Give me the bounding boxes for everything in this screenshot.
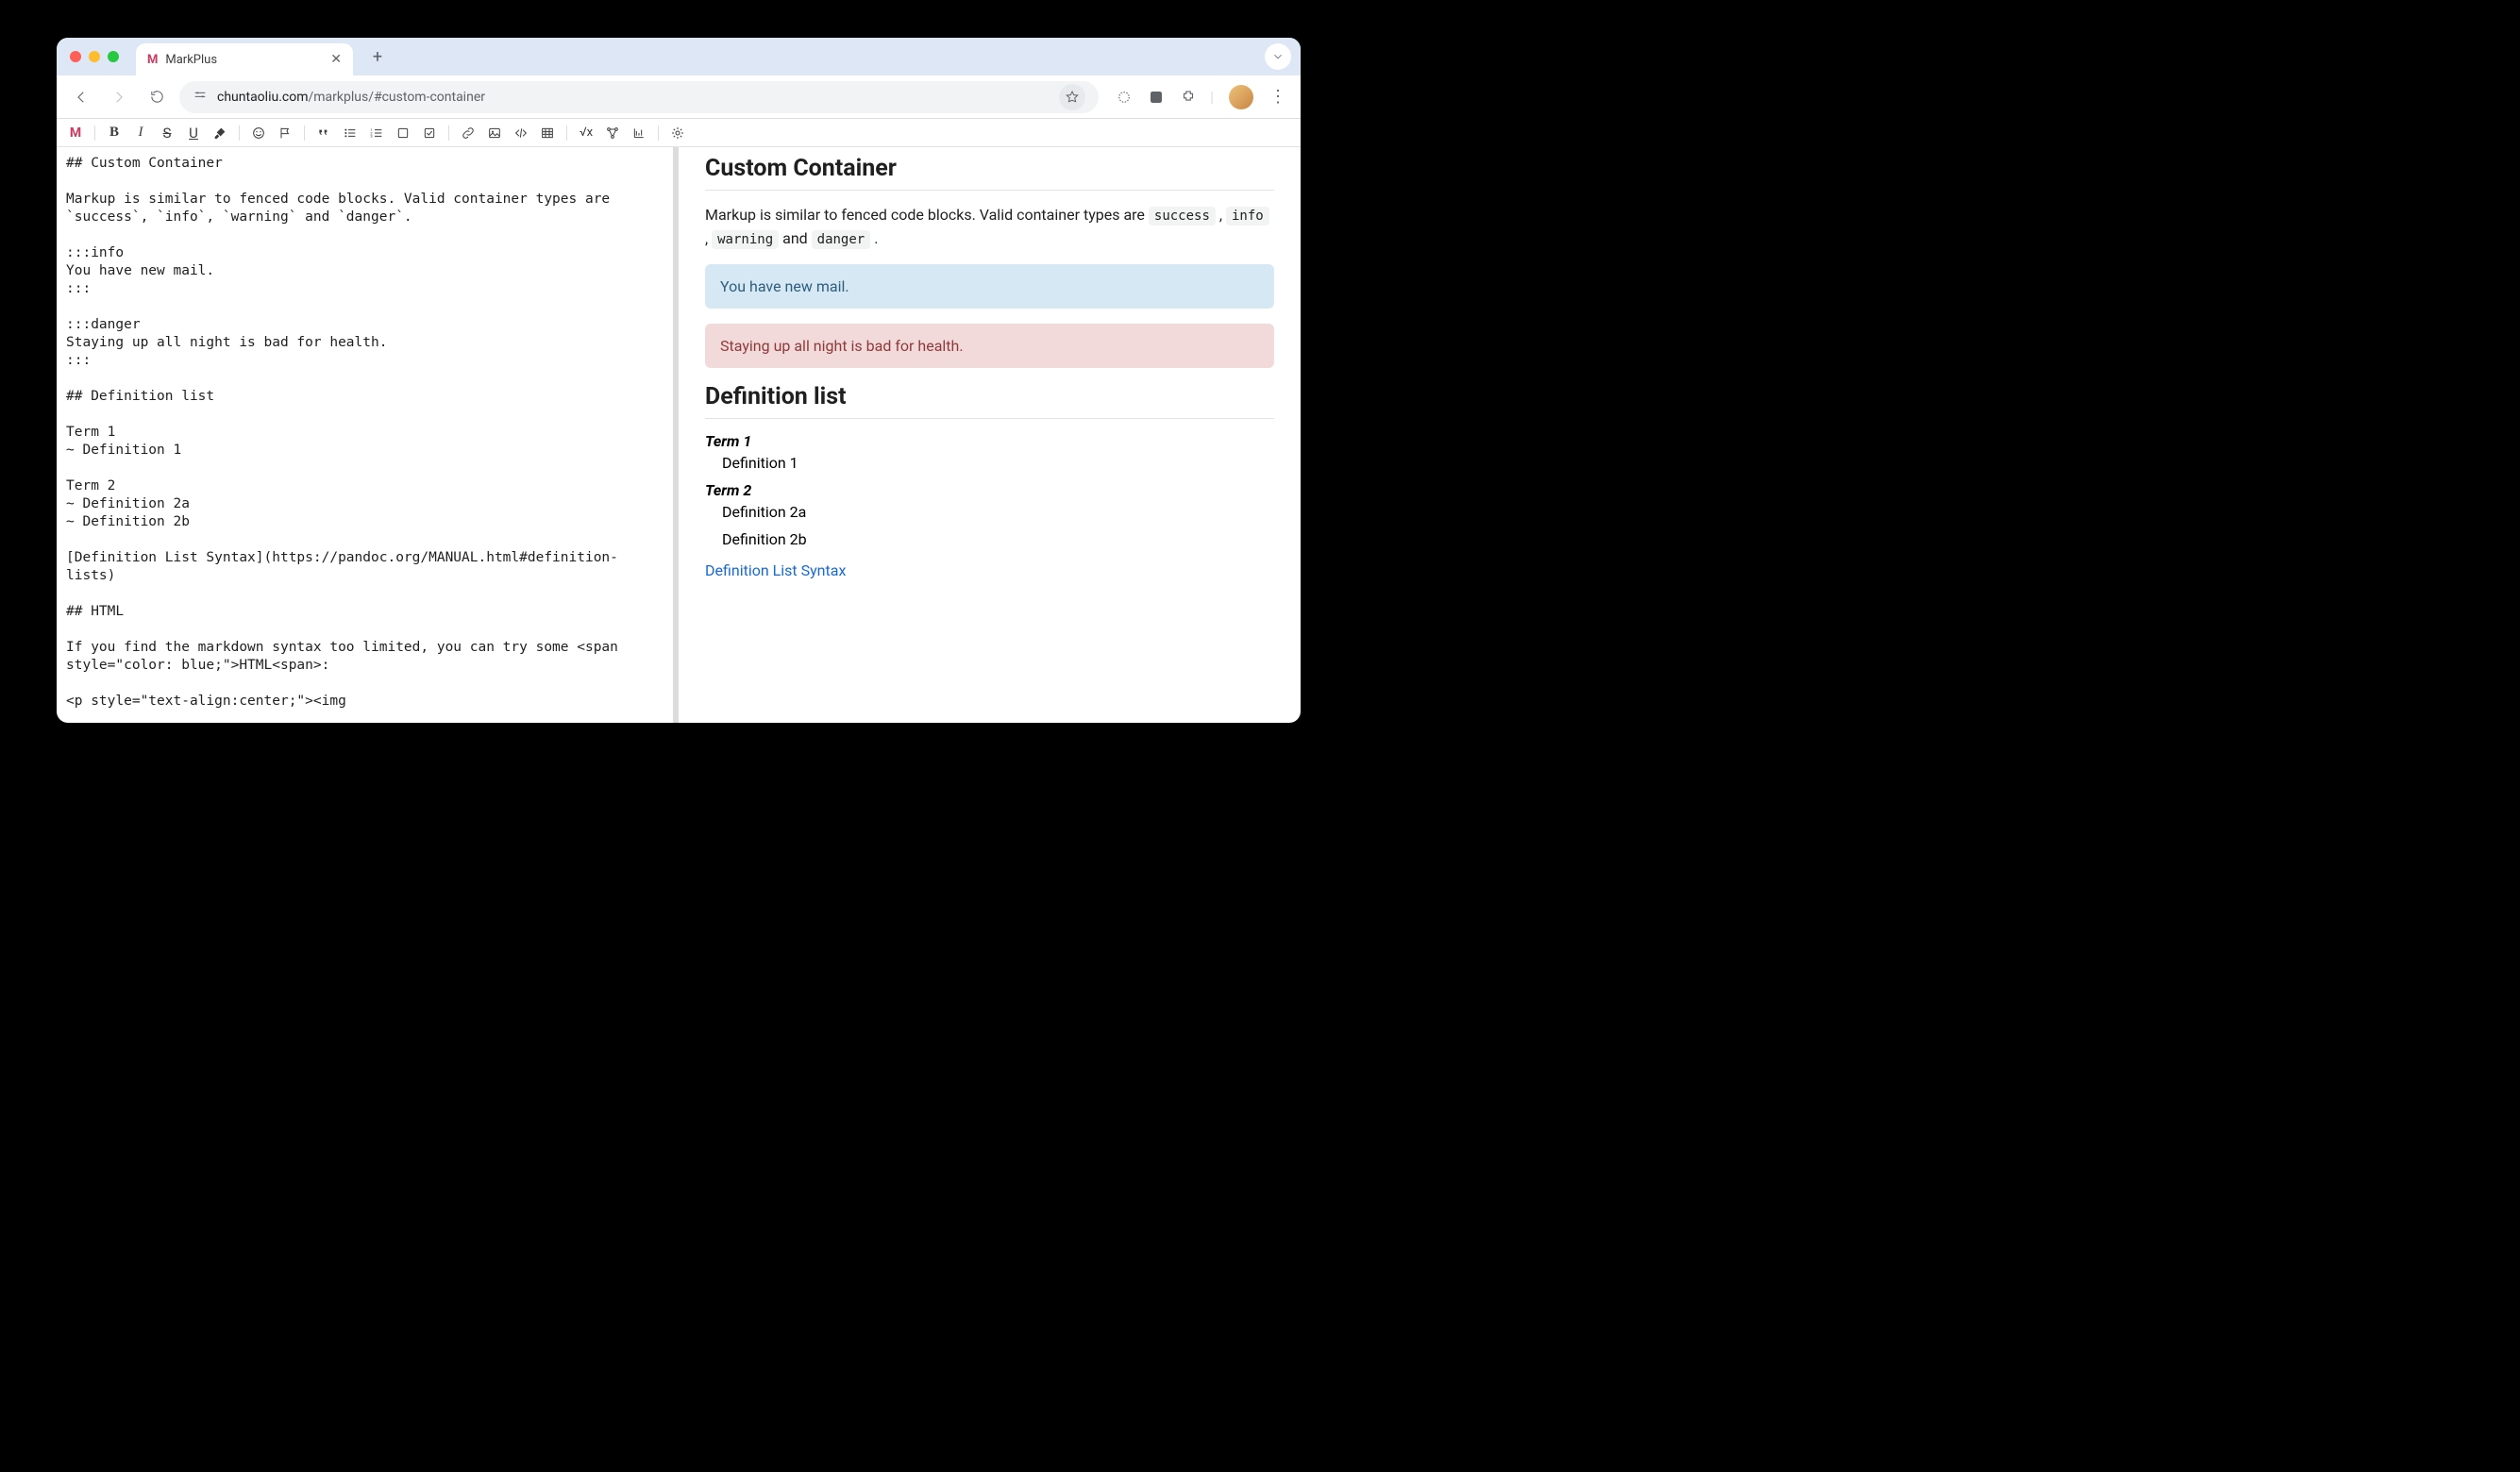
reload-button[interactable] [142, 82, 172, 112]
definition-term: Term 2 [705, 481, 1274, 499]
math-button[interactable]: √x [575, 122, 597, 144]
unordered-list-button[interactable] [339, 122, 361, 144]
underline-button[interactable]: U [182, 122, 205, 144]
preview-heading: Definition list [705, 383, 1274, 419]
definition-syntax-link[interactable]: Definition List Syntax [705, 561, 846, 579]
emoji-button[interactable] [247, 122, 270, 144]
favicon-icon: M [147, 53, 158, 67]
info-callout: You have new mail. [705, 264, 1274, 309]
inline-code: info [1226, 207, 1269, 226]
close-tab-button[interactable]: ✕ [330, 52, 342, 67]
tab-strip: M MarkPlus ✕ + [57, 38, 1301, 75]
new-tab-button[interactable]: + [364, 43, 391, 70]
table-button[interactable] [536, 122, 559, 144]
url-bar[interactable]: chuntaoliu.com/markplus/#custom-containe… [179, 81, 1099, 113]
inline-code: danger [812, 230, 871, 249]
image-button[interactable] [483, 122, 506, 144]
preview-paragraph: Markup is similar to fenced code blocks.… [705, 204, 1274, 251]
markplus-logo-icon[interactable]: M [64, 122, 87, 144]
preview-heading: Custom Container [705, 155, 1274, 191]
close-window-button[interactable] [70, 51, 81, 62]
bookmark-button[interactable] [1059, 84, 1085, 110]
site-info-icon[interactable] [193, 88, 208, 107]
browser-menu-button[interactable]: ⋮ [1265, 87, 1291, 107]
extension-area: | ⋮ [1114, 85, 1291, 109]
definition-term: Term 1 [705, 432, 1274, 450]
chart-button[interactable] [628, 122, 650, 144]
forward-button[interactable] [104, 82, 134, 112]
tab-title: MarkPlus [165, 53, 217, 67]
minimize-window-button[interactable] [89, 51, 100, 62]
flag-button[interactable] [274, 122, 296, 144]
inline-code: success [1149, 207, 1216, 226]
svg-text:3: 3 [370, 133, 372, 138]
danger-callout: Staying up all night is bad for health. [705, 324, 1274, 368]
ordered-list-button[interactable]: 123 [365, 122, 388, 144]
highlight-button[interactable] [209, 122, 231, 144]
settings-button[interactable] [666, 122, 689, 144]
maximize-window-button[interactable] [108, 51, 119, 62]
browser-window: M MarkPlus ✕ + chuntaoliu.com/markplus/#… [57, 38, 1301, 723]
url-text: chuntaoliu.com/markplus/#custom-containe… [217, 90, 485, 105]
code-button[interactable] [510, 122, 532, 144]
bold-button[interactable]: B [103, 122, 126, 144]
extension-icon[interactable] [1146, 87, 1167, 108]
address-bar: chuntaoliu.com/markplus/#custom-containe… [57, 75, 1301, 119]
editor-toolbar: M B I S U 123 [57, 119, 1301, 147]
browser-tab[interactable]: M MarkPlus ✕ [136, 43, 353, 75]
preview-pane: Custom Container Markup is similar to fe… [679, 147, 1301, 723]
checkbox-checked-button[interactable] [418, 122, 441, 144]
link-button[interactable] [457, 122, 479, 144]
profile-avatar[interactable] [1229, 85, 1253, 109]
italic-button[interactable]: I [129, 122, 152, 144]
quote-button[interactable] [312, 122, 335, 144]
window-controls [70, 51, 119, 62]
definition-list: Term 1 Definition 1 Term 2 Definition 2a… [705, 432, 1274, 548]
extension-icon[interactable] [1114, 87, 1134, 108]
split-view: ## Custom Container Markup is similar to… [57, 147, 1301, 723]
tab-search-button[interactable] [1265, 43, 1291, 70]
diagram-button[interactable] [601, 122, 624, 144]
strikethrough-button[interactable]: S [156, 122, 178, 144]
definition-desc: Definition 2b [722, 530, 1274, 548]
inline-code: warning [712, 230, 779, 249]
checkbox-unchecked-button[interactable] [392, 122, 414, 144]
markdown-editor[interactable]: ## Custom Container Markup is similar to… [57, 147, 679, 723]
extensions-button[interactable] [1178, 87, 1199, 108]
definition-desc: Definition 1 [722, 454, 1274, 472]
definition-desc: Definition 2a [722, 503, 1274, 521]
back-button[interactable] [66, 82, 96, 112]
